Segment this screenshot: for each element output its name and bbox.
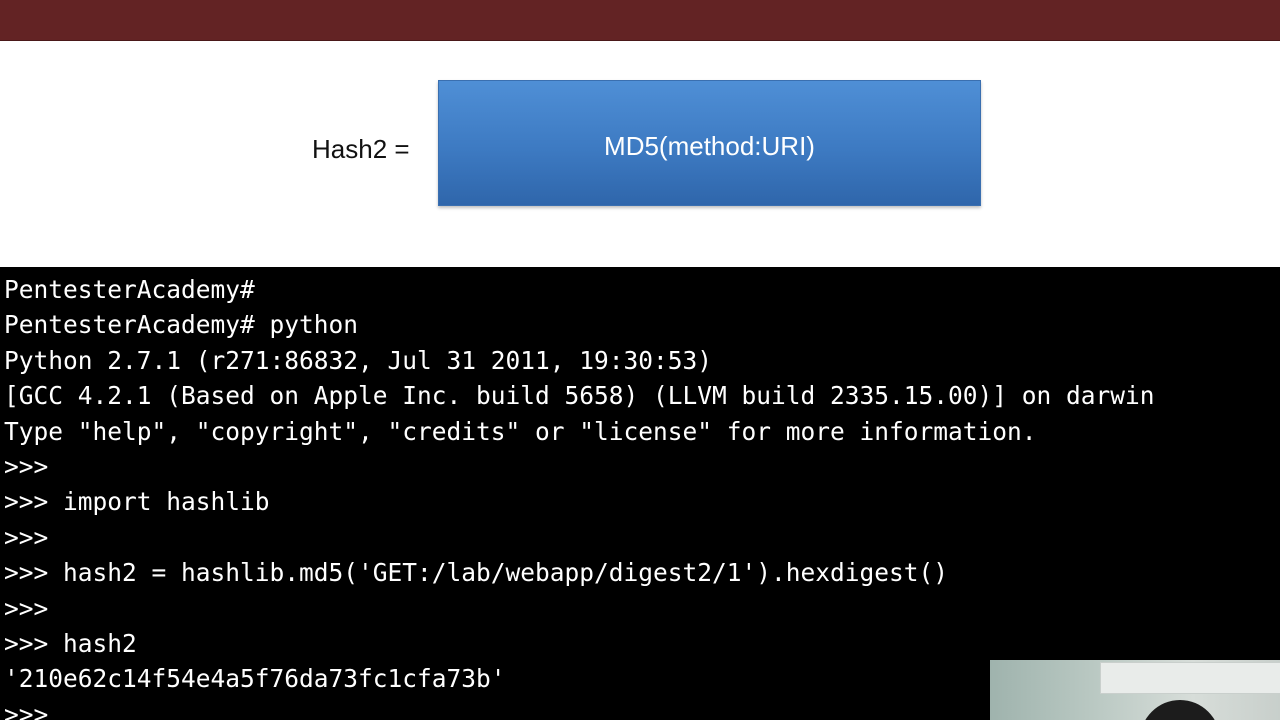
terminal-line: >>> hash2 [4,628,137,658]
hash2-label: Hash2 = [312,134,410,164]
terminal-line: '210e62c14f54e4a5f76da73fc1cfa73b' [4,664,506,694]
formula-text: MD5(method:URI) [604,131,815,161]
terminal-prompt-line[interactable]: >>> [4,697,1155,720]
terminal-line: >>> [4,451,49,481]
terminal-line: >>> [4,593,49,623]
webcam-presenter [1140,700,1220,720]
terminal-line: >>> hash2 = hashlib.md5('GET:/lab/webapp… [4,558,949,588]
terminal-line: PentesterAcademy# python [4,310,359,340]
terminal-line: Python 2.7.1 (r271:86832, Jul 31 2011, 1… [4,345,713,375]
terminal-line: >>> [4,522,49,552]
terminal-output: PentesterAcademy# PentesterAcademy# pyth… [4,272,1155,720]
terminal-line: PentesterAcademy# [4,275,255,304]
terminal-line: >>> import hashlib [4,487,270,517]
terminal-window[interactable]: PentesterAcademy# PentesterAcademy# pyth… [0,267,1280,720]
formula-box: MD5(method:URI) [438,80,981,206]
terminal-line: [GCC 4.2.1 (Based on Apple Inc. build 56… [4,381,1155,411]
terminal-line: Type "help", "copyright", "credits" or "… [4,416,1037,446]
presentation-slide: Hash2 = MD5(method:URI) PentesterAcademy… [0,0,1280,720]
webcam-overlay [990,660,1280,720]
webcam-background-ac-unit [1100,662,1280,694]
slide-header-bar [0,0,1280,41]
